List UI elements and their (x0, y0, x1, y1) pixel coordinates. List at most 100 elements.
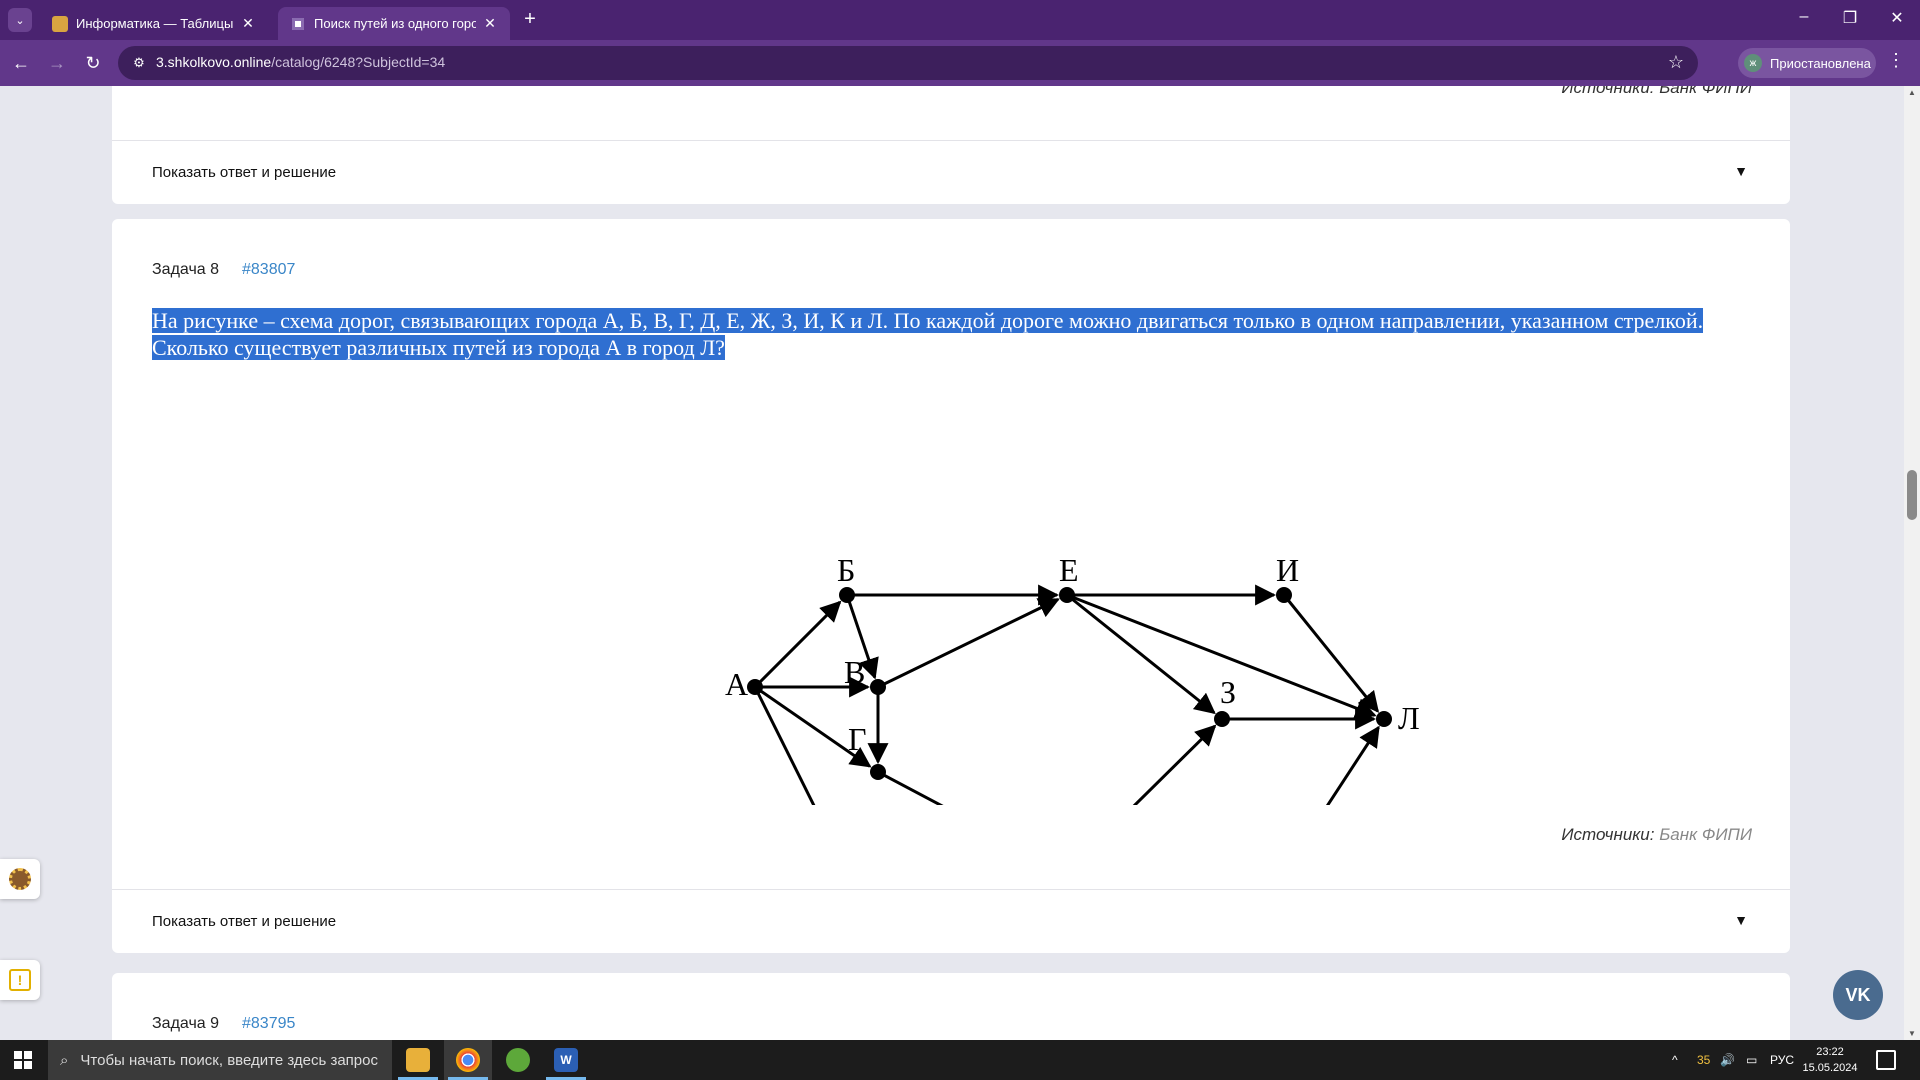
network-icon[interactable]: ▭ (1746, 1040, 1757, 1080)
taskbar-search-placeholder: Чтобы начать поиск, введите здесь запрос (80, 1051, 378, 1069)
task-card: Источники: Банк ФИПИ Показать ответ и ре… (112, 86, 1790, 204)
tray-chevron-icon[interactable]: ^ (1672, 1040, 1678, 1080)
clock-date: 15.05.2024 (1802, 1062, 1858, 1074)
show-answer-label: Показать ответ и решение (152, 164, 337, 181)
forward-icon[interactable]: → (44, 50, 70, 76)
sources-text: Источники: Банк ФИПИ (1561, 86, 1752, 97)
minimize-icon[interactable]: – (1789, 8, 1819, 26)
road-edge (753, 600, 842, 689)
road-edge (1132, 724, 1217, 805)
browser-toolbar: ← → ↻ ⚙ 3.shkolkovo.online/catalog/6248?… (0, 40, 1920, 86)
road-edge (877, 770, 944, 805)
scrollbar-thumb[interactable] (1907, 470, 1917, 520)
sources-link[interactable]: Банк ФИПИ (1659, 825, 1752, 844)
wheel-icon (9, 868, 31, 890)
tab-close-icon[interactable]: ✕ (240, 15, 256, 32)
new-tab-button[interactable]: + (518, 8, 542, 31)
task-card: Задача 8 #83807 На рисунке – схема дорог… (112, 219, 1790, 953)
bookmark-star-icon[interactable]: ☆ (1668, 52, 1684, 73)
city-node (1376, 711, 1392, 727)
taskbar-search-box[interactable]: ⌕ Чтобы начать поиск, введите здесь запр… (48, 1040, 392, 1080)
windows-taskbar: ⌕ Чтобы начать поиск, введите здесь запр… (0, 1040, 1920, 1080)
fortune-wheel-widget[interactable] (0, 859, 40, 899)
tab-close-icon[interactable]: ✕ (482, 15, 498, 32)
show-answer-button[interactable]: Показать ответ и решение ▼ (112, 889, 1790, 953)
volume-icon[interactable]: 🔊 (1720, 1040, 1735, 1080)
profile-label: Приостановлена (1770, 55, 1871, 71)
city-node (1276, 587, 1292, 603)
profile-button[interactable]: ж Приостановлена (1738, 48, 1876, 78)
browser-menu-icon[interactable]: ⋮ (1886, 50, 1906, 71)
road-edge (1325, 725, 1380, 805)
browser-tab-strip: ⌄ Информатика — Таблицы ист ✕ Поиск путе… (0, 0, 1920, 40)
report-error-widget[interactable]: ! (0, 960, 40, 1000)
task-title: Задача 8 (152, 261, 220, 278)
task-text-selected: На рисунке – схема дорог, связывающих го… (152, 308, 1704, 360)
clock-time: 23:22 (1816, 1046, 1844, 1058)
utorrent-icon (506, 1048, 530, 1072)
chevron-down-icon: ▼ (1734, 163, 1748, 179)
task-text: На рисунке – схема дорог, связывающих го… (152, 307, 1772, 361)
search-icon: ⌕ (60, 1051, 69, 1069)
tab-title: Информатика — Таблицы ист (76, 16, 234, 31)
task-id-link[interactable]: #83795 (242, 1015, 295, 1033)
road-graph: АБВГДЕЖЗИКЛ (725, 552, 1420, 805)
tab-search-button[interactable]: ⌄ (8, 8, 32, 32)
city-label: Е (1059, 552, 1079, 588)
task-card: Задача 9 #83795 (112, 973, 1790, 1040)
tray-temp[interactable]: 35 (1697, 1040, 1710, 1080)
taskbar-clock[interactable]: 23:22 15.05.2024 (1790, 1044, 1870, 1076)
taskbar-utorrent[interactable] (494, 1040, 542, 1080)
city-node (1059, 587, 1075, 603)
city-node (747, 679, 763, 695)
reload-icon[interactable]: ↻ (80, 50, 106, 76)
scroll-down-icon[interactable]: ▼ (1904, 1029, 1920, 1038)
road-edge (1066, 593, 1216, 715)
page-scrollbar[interactable]: ▲ ▼ (1904, 86, 1920, 1040)
sources-label: Источники: (1561, 825, 1655, 844)
city-label: Л (1398, 700, 1420, 736)
restore-icon[interactable]: ❐ (1835, 8, 1865, 28)
warning-icon: ! (9, 969, 31, 991)
city-label: З (1220, 674, 1236, 710)
task-title: Задача 9 (152, 1015, 220, 1032)
page-content: Источники: Банк ФИПИ Показать ответ и ре… (0, 86, 1904, 1040)
window-close-icon[interactable]: ✕ (1882, 8, 1912, 28)
chevron-down-icon: ▼ (1734, 912, 1748, 928)
taskbar-chrome[interactable] (444, 1040, 492, 1080)
start-button[interactable] (0, 1040, 46, 1080)
city-label: Б (837, 552, 855, 588)
windows-logo-icon (14, 1051, 32, 1069)
sources: Источники: Банк ФИПИ (1561, 825, 1752, 845)
road-edge (753, 686, 816, 805)
vk-icon: VK (1845, 984, 1871, 1005)
city-node (870, 764, 886, 780)
taskbar-explorer[interactable] (394, 1040, 442, 1080)
tab-title: Поиск путей из одного город (314, 16, 476, 31)
city-label: И (1276, 552, 1299, 588)
browser-tab-active[interactable]: Поиск путей из одного город ✕ (278, 7, 510, 40)
tab-favicon-icon (290, 15, 306, 32)
city-label: Г (848, 721, 867, 757)
task-id-link[interactable]: #83807 (242, 261, 295, 279)
tab-favicon-icon (52, 15, 68, 32)
scroll-up-icon[interactable]: ▲ (1904, 88, 1920, 97)
browser-tab[interactable]: Информатика — Таблицы ист ✕ (40, 7, 268, 40)
city-label: А (725, 666, 748, 702)
site-info-icon[interactable]: ⚙ (130, 54, 148, 72)
address-bar[interactable]: ⚙ 3.shkolkovo.online/catalog/6248?Subjec… (118, 46, 1698, 80)
vk-chat-button[interactable]: VK (1833, 970, 1883, 1020)
road-edge (1282, 594, 1380, 713)
avatar: ж (1744, 54, 1762, 72)
notification-icon[interactable] (1876, 1050, 1896, 1070)
url-text[interactable]: 3.shkolkovo.online/catalog/6248?SubjectI… (156, 54, 445, 70)
show-answer-label: Показать ответ и решение (152, 913, 337, 930)
folder-icon (406, 1048, 430, 1072)
back-icon[interactable]: ← (8, 50, 34, 76)
word-icon: W (554, 1048, 578, 1072)
road-edge (877, 598, 1060, 689)
city-node (1214, 711, 1230, 727)
city-label: В (844, 654, 865, 690)
show-answer-button[interactable]: Показать ответ и решение ▼ (112, 140, 1790, 204)
taskbar-word[interactable]: W (542, 1040, 590, 1080)
